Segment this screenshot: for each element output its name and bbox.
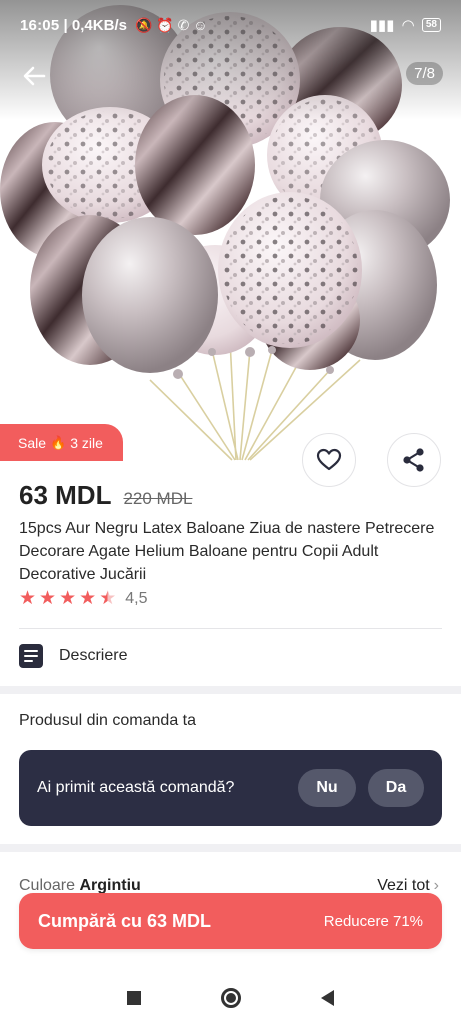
share-icon: [403, 448, 424, 472]
recent-apps-icon[interactable]: [127, 991, 141, 1005]
half-star-icon: ★: [99, 588, 117, 609]
color-label: Culoare: [19, 877, 76, 894]
system-navigation-bar: [0, 972, 461, 1024]
status-right: ▮▮▮ ◠ 58: [370, 16, 441, 34]
fire-icon: 🔥: [50, 434, 67, 450]
signal-icon: ▮▮▮: [369, 17, 395, 34]
price-row: 63 MDL 220 MDL: [19, 480, 192, 511]
star-icon: ★: [39, 588, 57, 609]
order-confirmation-box: Ai primit această comandă? Nu Da: [19, 750, 442, 826]
buy-button[interactable]: Cumpără cu 63 MDL Reducere 71%: [19, 893, 442, 949]
yes-button[interactable]: Da: [368, 769, 424, 807]
battery-icon: 58: [421, 18, 441, 32]
product-image[interactable]: 16:05 | 0,4KB/s 🔕 ⏰ ✆ ☺ ▮▮▮ ◠ 58 7/8 Sal…: [0, 0, 461, 462]
rating-value: 4,5: [125, 590, 148, 607]
favorite-button[interactable]: [302, 433, 356, 487]
status-icons: 🔕 ⏰ ✆ ☺: [134, 16, 208, 33]
divider: [19, 628, 442, 629]
star-icon: ★: [79, 588, 97, 609]
order-buttons: Nu Da: [298, 769, 424, 807]
status-time: 16:05: [20, 16, 60, 34]
old-price: 220 MDL: [123, 489, 193, 508]
sale-badge: Sale 🔥 3 zile: [0, 424, 123, 461]
current-price: 63 MDL: [19, 480, 112, 510]
order-section: Produsul din comanda ta Ai primit aceast…: [0, 694, 461, 844]
product-title: 15pcs Aur Negru Latex Baloane Ziua de na…: [19, 520, 435, 583]
order-section-title: Produsul din comanda ta: [19, 712, 196, 729]
image-counter: 7/8: [406, 62, 443, 85]
description-label: Descriere: [59, 647, 128, 664]
home-icon[interactable]: [221, 988, 241, 1008]
back-icon[interactable]: [321, 990, 334, 1006]
color-value: Argintiu: [79, 877, 141, 894]
star-icon: ★: [59, 588, 77, 609]
status-bar: 16:05 | 0,4KB/s 🔕 ⏰ ✆ ☺ ▮▮▮ ◠ 58: [0, 0, 461, 50]
heart-icon: [316, 448, 342, 471]
no-button[interactable]: Nu: [298, 769, 356, 807]
description-row[interactable]: Descriere: [19, 644, 127, 668]
share-button[interactable]: [387, 433, 441, 487]
order-question: Ai primit această comandă?: [37, 779, 235, 796]
wifi-icon: ◠: [402, 17, 414, 34]
status-net-speed: 0,4KB/s: [71, 16, 127, 34]
sale-label: Sale: [18, 434, 47, 451]
see-all-label: Vezi tot: [377, 877, 430, 894]
discount-label: Reducere 71%: [323, 912, 423, 930]
chevron-right-icon: ›: [433, 877, 439, 894]
sale-days: 3 zile: [70, 434, 103, 451]
back-arrow-icon[interactable]: [18, 60, 50, 92]
status-divider: |: [59, 16, 72, 34]
rating[interactable]: ★ ★ ★ ★ ★ 4,5: [19, 589, 147, 609]
document-icon: [19, 644, 43, 668]
product-info-card: 63 MDL 220 MDL 15pcs Aur Negru Latex Bal…: [0, 433, 461, 686]
buy-label: Cumpără cu 63 MDL: [38, 910, 212, 931]
star-icon: ★: [19, 588, 37, 609]
